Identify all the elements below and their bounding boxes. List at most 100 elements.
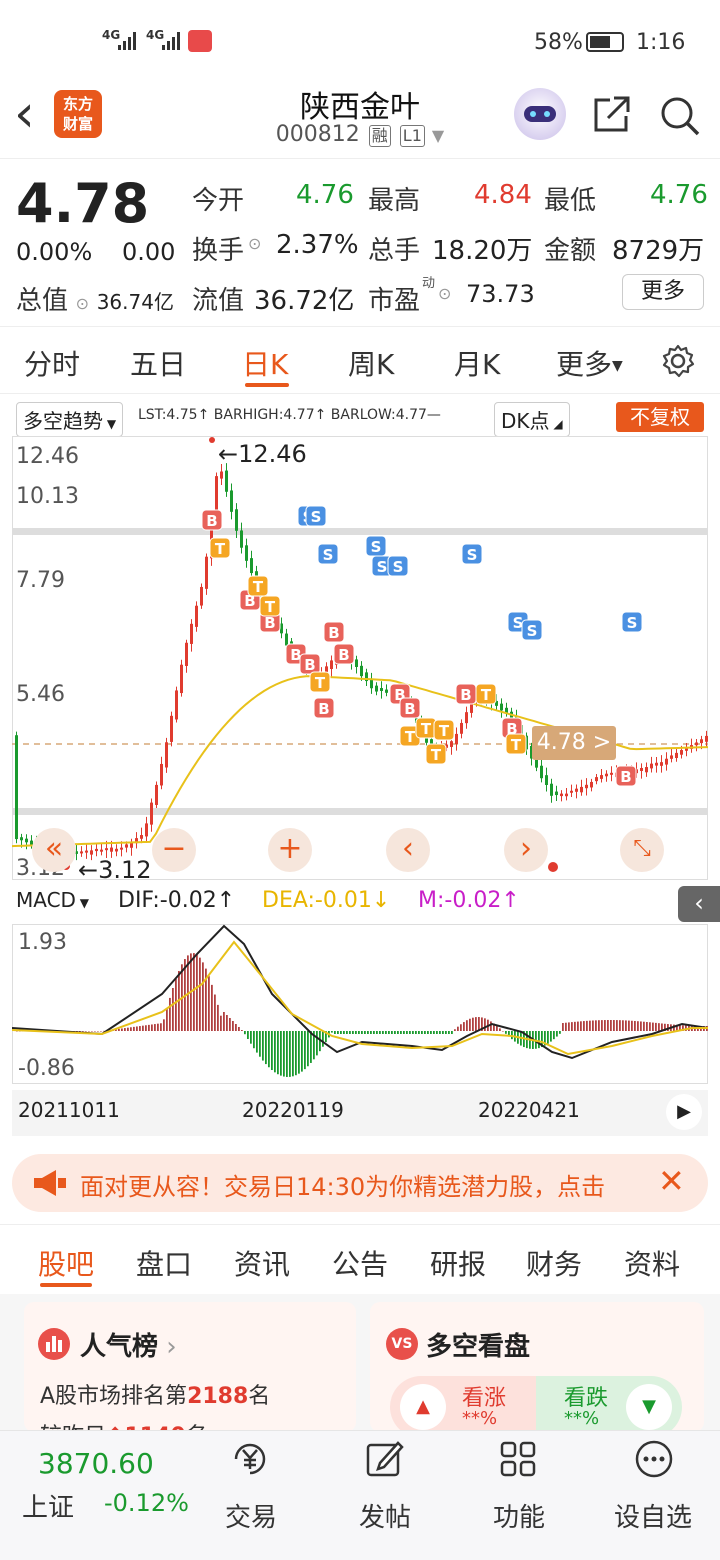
macd-select[interactable]: MACD ▼ <box>16 888 89 912</box>
candle-body <box>590 781 593 788</box>
macd-bar <box>472 1017 474 1031</box>
scroll-left-fast-button[interactable]: « <box>32 828 76 872</box>
index-change[interactable]: -0.12% <box>104 1489 189 1517</box>
nav-watchlist-setup[interactable]: 设自选 <box>608 1497 698 1534</box>
zoom-in-button[interactable]: + <box>268 828 312 872</box>
buy-marker: B <box>201 509 223 531</box>
svg-text:S: S <box>527 622 538 640</box>
macd-bar <box>292 1031 294 1077</box>
info-icon[interactable]: ⊙ <box>76 294 89 313</box>
section-tab-finance[interactable]: 财务 <box>526 1243 582 1283</box>
dk-point-select[interactable]: DK点 ◢ <box>494 402 570 437</box>
popularity-card[interactable]: 人气榜 › A股市场排名第2188名 较昨日⬆1140名 <box>24 1302 356 1432</box>
tab-weekly-k[interactable]: 周K <box>348 343 394 383</box>
section-tab-research[interactable]: 研报 <box>430 1243 486 1283</box>
candle-body <box>665 758 668 765</box>
candle-body <box>385 689 388 693</box>
adjust-button[interactable]: 不复权 <box>616 402 704 432</box>
macd-bar <box>322 1031 324 1047</box>
section-tab-news[interactable]: 资讯 <box>234 1243 290 1283</box>
macd-bar <box>415 1031 417 1034</box>
caret-down-icon: ▼ <box>103 417 117 431</box>
play-icon[interactable]: ▶ <box>666 1094 702 1130</box>
scroll-left-button[interactable]: ‹ <box>386 828 430 872</box>
share-icon[interactable] <box>590 94 632 136</box>
more-quote-button[interactable]: 更多 <box>622 274 704 310</box>
section-tab-profile[interactable]: 资料 <box>624 1243 680 1283</box>
section-tab-announcement[interactable]: 公告 <box>332 1243 388 1283</box>
y-label-1: 12.46 <box>16 444 79 469</box>
t-marker: T <box>425 743 447 765</box>
macd-bar <box>595 1020 597 1031</box>
candle-body <box>190 623 193 644</box>
svg-text:T: T <box>265 598 276 616</box>
tab-monthly-k[interactable]: 月K <box>454 343 500 383</box>
popularity-title: 人气榜 › <box>80 1326 177 1363</box>
low-label: 最低 <box>544 186 597 216</box>
macd-bar <box>250 1031 252 1044</box>
svg-text:S: S <box>467 546 478 564</box>
macd-bar <box>259 1031 261 1057</box>
svg-text:T: T <box>431 746 442 764</box>
kline-chart[interactable]: SSSSSSSSSSBBBBBBBBBBBBBTTTTTTTTTT <box>12 436 708 880</box>
macd-bar <box>451 1031 453 1034</box>
macd-m: M:-0.02↑ <box>418 888 520 913</box>
candle-body <box>285 633 288 646</box>
section-tab-forum[interactable]: 股吧 <box>38 1243 94 1283</box>
candle-body <box>675 752 678 759</box>
grid-functions-icon[interactable] <box>496 1437 540 1481</box>
tab-daily-k[interactable]: 日K <box>242 343 288 383</box>
zoom-out-button[interactable]: − <box>152 828 196 872</box>
close-icon[interactable]: ✕ <box>658 1162 685 1200</box>
chevron-down-icon[interactable]: ▼ <box>432 126 444 145</box>
assistant-robot-icon[interactable] <box>514 88 566 140</box>
indicator-select[interactable]: 多空趋势 ▼ <box>16 402 124 437</box>
more-dots-icon[interactable] <box>632 1437 676 1481</box>
macd-bar <box>586 1020 588 1031</box>
svg-text:S: S <box>371 538 382 556</box>
index-value[interactable]: 3870.60 <box>38 1447 154 1480</box>
search-icon[interactable] <box>658 94 702 138</box>
macd-bar <box>430 1031 432 1034</box>
buy-marker: B <box>615 765 637 787</box>
tab-five-day[interactable]: 五日 <box>130 343 186 383</box>
section-tab-order-book[interactable]: 盘口 <box>136 1243 192 1283</box>
buy-marker: B <box>323 621 345 643</box>
tab-more[interactable]: 更多▼ <box>556 343 623 383</box>
macd-bar <box>289 1031 291 1077</box>
vote-down-button[interactable]: 看跌 **% ▼ <box>536 1376 682 1432</box>
nav-post[interactable]: 发帖 <box>340 1497 430 1534</box>
collapse-panel-button[interactable]: ‹ <box>678 886 720 922</box>
vote-up-button[interactable]: ▲ 看涨 **% <box>390 1376 540 1432</box>
candle-body <box>600 775 603 779</box>
macd-bar <box>88 1031 90 1032</box>
promo-banner[interactable]: 面对更从容！交易日14:30为你精选潜力股，点击 ✕ <box>12 1154 708 1212</box>
macd-bar <box>265 1031 267 1065</box>
price-tag[interactable]: 4.78 > <box>532 726 616 760</box>
gear-icon[interactable] <box>660 343 696 379</box>
trade-yen-icon[interactable] <box>228 1437 272 1481</box>
index-name[interactable]: 上证 <box>22 1487 74 1524</box>
buy-marker: B <box>299 653 321 675</box>
vote-up-pct: **% <box>462 1408 498 1429</box>
macd-bar <box>214 994 216 1031</box>
info-icon[interactable]: ⊙ <box>438 284 451 303</box>
cards-area: 人气榜 › A股市场排名第2188名 较昨日⬆1140名 VS 多空看盘 ▲ 看… <box>0 1294 720 1432</box>
macd-bar <box>646 1021 648 1031</box>
nav-trade[interactable]: 交易 <box>206 1497 296 1534</box>
svg-text:T: T <box>421 720 432 738</box>
macd-chart[interactable] <box>12 924 708 1084</box>
fullscreen-button[interactable]: ⤡ <box>620 828 664 872</box>
candle-body <box>25 838 28 843</box>
svg-text:T: T <box>253 578 264 596</box>
scroll-right-button[interactable]: › <box>504 828 548 872</box>
edit-post-icon[interactable] <box>362 1437 406 1481</box>
macd-bar <box>406 1031 408 1034</box>
macd-bar <box>82 1031 84 1032</box>
macd-bar <box>547 1031 549 1044</box>
macd-bar <box>616 1020 618 1031</box>
info-icon[interactable]: ⊙ <box>248 234 261 253</box>
tab-intraday[interactable]: 分时 <box>24 343 80 383</box>
nav-functions[interactable]: 功能 <box>474 1497 564 1534</box>
macd-bar <box>628 1020 630 1031</box>
